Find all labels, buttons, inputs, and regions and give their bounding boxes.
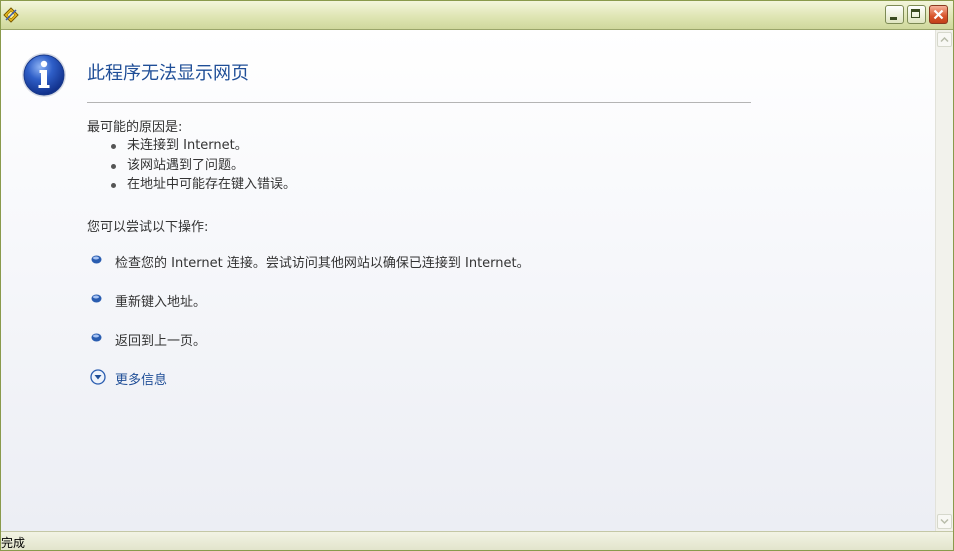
bullet-icon bbox=[91, 294, 102, 303]
bullet-icon bbox=[91, 333, 102, 342]
status-text: 完成 bbox=[1, 536, 26, 550]
causes-heading: 最可能的原因是: bbox=[87, 120, 183, 135]
chevron-down-circle-icon[interactable] bbox=[90, 369, 106, 385]
cause-item: 未连接到 Internet。 bbox=[111, 136, 296, 156]
ie-diamond-icon[interactable] bbox=[3, 7, 19, 23]
cause-item: 在地址中可能存在键入错误。 bbox=[111, 175, 296, 195]
status-bar: 完成 bbox=[1, 531, 953, 550]
action-text: 检查您的 Internet 连接。尝试访问其他网站以确保已连接到 Interne… bbox=[115, 256, 530, 271]
more-info-label[interactable]: 更多信息 bbox=[115, 369, 167, 388]
close-icon bbox=[933, 9, 944, 20]
title-bar[interactable] bbox=[1, 1, 953, 30]
action-text: 返回到上一页。 bbox=[115, 334, 207, 349]
causes-list: 未连接到 Internet。 该网站遇到了问题。 在地址中可能存在键入错误。 bbox=[111, 136, 296, 195]
maximize-button[interactable] bbox=[907, 5, 926, 24]
vertical-scrollbar[interactable] bbox=[935, 30, 953, 531]
scroll-up-button[interactable] bbox=[937, 32, 952, 47]
bullet-icon bbox=[91, 255, 102, 264]
chevron-up-icon bbox=[940, 36, 949, 43]
page-content: 此程序无法显示网页 最可能的原因是: 未连接到 Internet。 该网站遇到了… bbox=[1, 30, 935, 531]
title-divider bbox=[87, 102, 751, 103]
scroll-down-button[interactable] bbox=[937, 514, 952, 529]
cause-item: 该网站遇到了问题。 bbox=[111, 156, 296, 176]
try-heading: 您可以尝试以下操作: bbox=[87, 220, 209, 235]
page-title: 此程序无法显示网页 bbox=[87, 63, 249, 84]
browser-window: 此程序无法显示网页 最可能的原因是: 未连接到 Internet。 该网站遇到了… bbox=[0, 0, 954, 551]
minimize-button[interactable] bbox=[885, 5, 904, 24]
chevron-down-icon bbox=[940, 518, 949, 525]
close-button[interactable] bbox=[929, 5, 948, 24]
action-text: 重新键入地址。 bbox=[115, 295, 207, 310]
info-icon bbox=[22, 53, 66, 97]
